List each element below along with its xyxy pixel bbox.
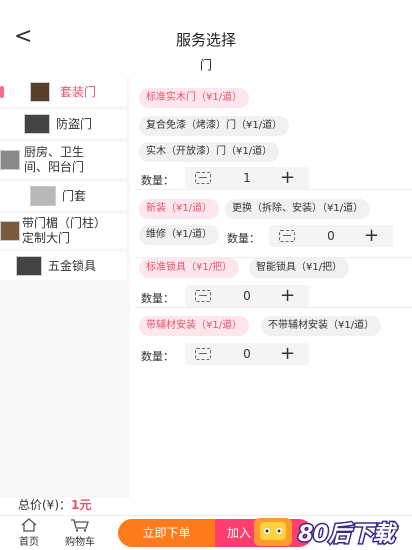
home-nav[interactable]: 首页 <box>14 518 44 548</box>
plus-icon[interactable]: + <box>280 343 295 365</box>
option-tag[interactable]: 实木（开放漆）门（¥1/道） <box>139 142 280 162</box>
sidebar-item-label: 带门楣（门柱）定制大门 <box>22 216 107 245</box>
sidebar-item-label: 防盗门 <box>56 116 93 131</box>
plus-icon[interactable]: + <box>364 225 379 247</box>
quantity-label: 数量： <box>141 292 174 305</box>
quantity-label: 数量： <box>227 232 260 245</box>
sidebar-item-custom-gate[interactable]: 带门楣（门柱）定制大门 <box>0 214 126 248</box>
option-tag[interactable]: 标准实木门（¥1/道） <box>139 88 250 108</box>
option-tag[interactable]: 带辅材安装（¥1/道） <box>139 316 250 336</box>
minus-icon[interactable] <box>195 348 211 360</box>
quantity-stepper: 0 + <box>185 285 309 307</box>
quantity-label: 数量： <box>141 174 174 187</box>
sidebar-item-label: 套装门 <box>60 84 97 99</box>
option-tag[interactable]: 维修（¥1/道） <box>139 225 220 245</box>
sidebar-item-hardware-lock[interactable]: 五金锁具 <box>0 252 126 280</box>
quantity-value[interactable]: 0 <box>225 289 269 303</box>
material-section: 带辅材安装（¥1/道） 不带辅材安装（¥1/道） 数量： 0 + <box>135 316 412 370</box>
total-price: 总价(¥)：1元 <box>18 496 91 513</box>
sidebar-item-security-door[interactable]: 防盗门 <box>0 110 126 138</box>
order-now-button[interactable]: 立即下单 <box>118 519 215 547</box>
gate-thumbnail-icon <box>0 221 20 241</box>
sidebar-item-label: 门套 <box>62 188 87 203</box>
quantity-value[interactable]: 1 <box>225 171 269 185</box>
home-label: 首页 <box>19 537 39 548</box>
door-type-section: 标准实木门（¥1/道） 复合免漆（烤漆）门（¥1/道） 实木（开放漆）门（¥1/… <box>135 82 412 190</box>
header: < 服务选择 门 <box>0 0 412 78</box>
home-icon <box>21 518 37 532</box>
minus-icon[interactable] <box>195 172 211 184</box>
quantity-label: 数量： <box>141 350 174 363</box>
plus-icon[interactable]: + <box>280 285 295 307</box>
category-sidebar: 套装门 防盗门 厨房、卫生间、阳台门 门套 带门楣（门柱）定制大门 五金锁具 <box>0 78 130 498</box>
sidebar-item-door-frame[interactable]: 门套 <box>0 182 126 210</box>
sidebar-item-suit-door[interactable]: 套装门 <box>0 78 126 106</box>
option-tag[interactable]: 标准锁具（¥1/把） <box>139 258 240 278</box>
watermark-logo: 80后下载 <box>254 518 399 549</box>
plus-icon[interactable]: + <box>280 167 295 189</box>
lock-thumbnail-icon <box>16 256 42 276</box>
option-tag[interactable]: 智能锁具（¥1/把） <box>249 258 350 278</box>
category-subtitle: 门 <box>199 58 212 72</box>
install-type-section: 新装（¥1/道） 更换（拆除、安装）（¥1/道） 维修（¥1/道） 数量： 0 … <box>135 194 412 258</box>
add-to-cart-label: 加入 <box>227 526 252 540</box>
total-label: 总价(¥)： <box>18 498 71 512</box>
cart-icon <box>71 519 89 532</box>
quantity-value[interactable]: 0 <box>309 229 353 243</box>
door-frame-thumbnail-icon <box>30 186 56 206</box>
option-tag[interactable]: 不带辅材安装（¥1/道） <box>261 316 382 336</box>
cart-label: 购物车 <box>65 537 95 548</box>
security-door-thumbnail-icon <box>24 114 50 134</box>
active-marker <box>0 86 4 98</box>
quantity-stepper: 1 + <box>185 167 309 189</box>
option-tag[interactable]: 新装（¥1/道） <box>139 199 220 219</box>
cart-nav[interactable]: 购物车 <box>60 518 100 548</box>
sidebar-item-label: 厨房、卫生间、阳台门 <box>24 145 85 174</box>
quantity-stepper: 0 + <box>269 225 393 247</box>
door-thumbnail-icon <box>30 82 50 102</box>
minus-icon[interactable] <box>195 290 211 302</box>
svg-text:80后下载: 80后下载 <box>298 522 398 547</box>
quantity-stepper: 0 + <box>185 343 309 365</box>
page-title: 服务选择 <box>175 31 236 49</box>
minus-icon[interactable] <box>279 230 295 242</box>
lock-type-section: 标准锁具（¥1/把） 智能锁具（¥1/把） 数量： 0 + <box>135 258 412 308</box>
sidebar-item-label: 五金锁具 <box>48 258 97 273</box>
quantity-value[interactable]: 0 <box>225 347 269 361</box>
option-tag[interactable]: 复合免漆（烤漆）门（¥1/道） <box>139 116 290 136</box>
kitchen-door-thumbnail-icon <box>0 150 20 170</box>
sidebar-item-kitchen-door[interactable]: 厨房、卫生间、阳台门 <box>0 142 126 178</box>
total-value: 1元 <box>71 498 92 512</box>
option-tag[interactable]: 更换（拆除、安装）（¥1/道） <box>225 199 371 219</box>
